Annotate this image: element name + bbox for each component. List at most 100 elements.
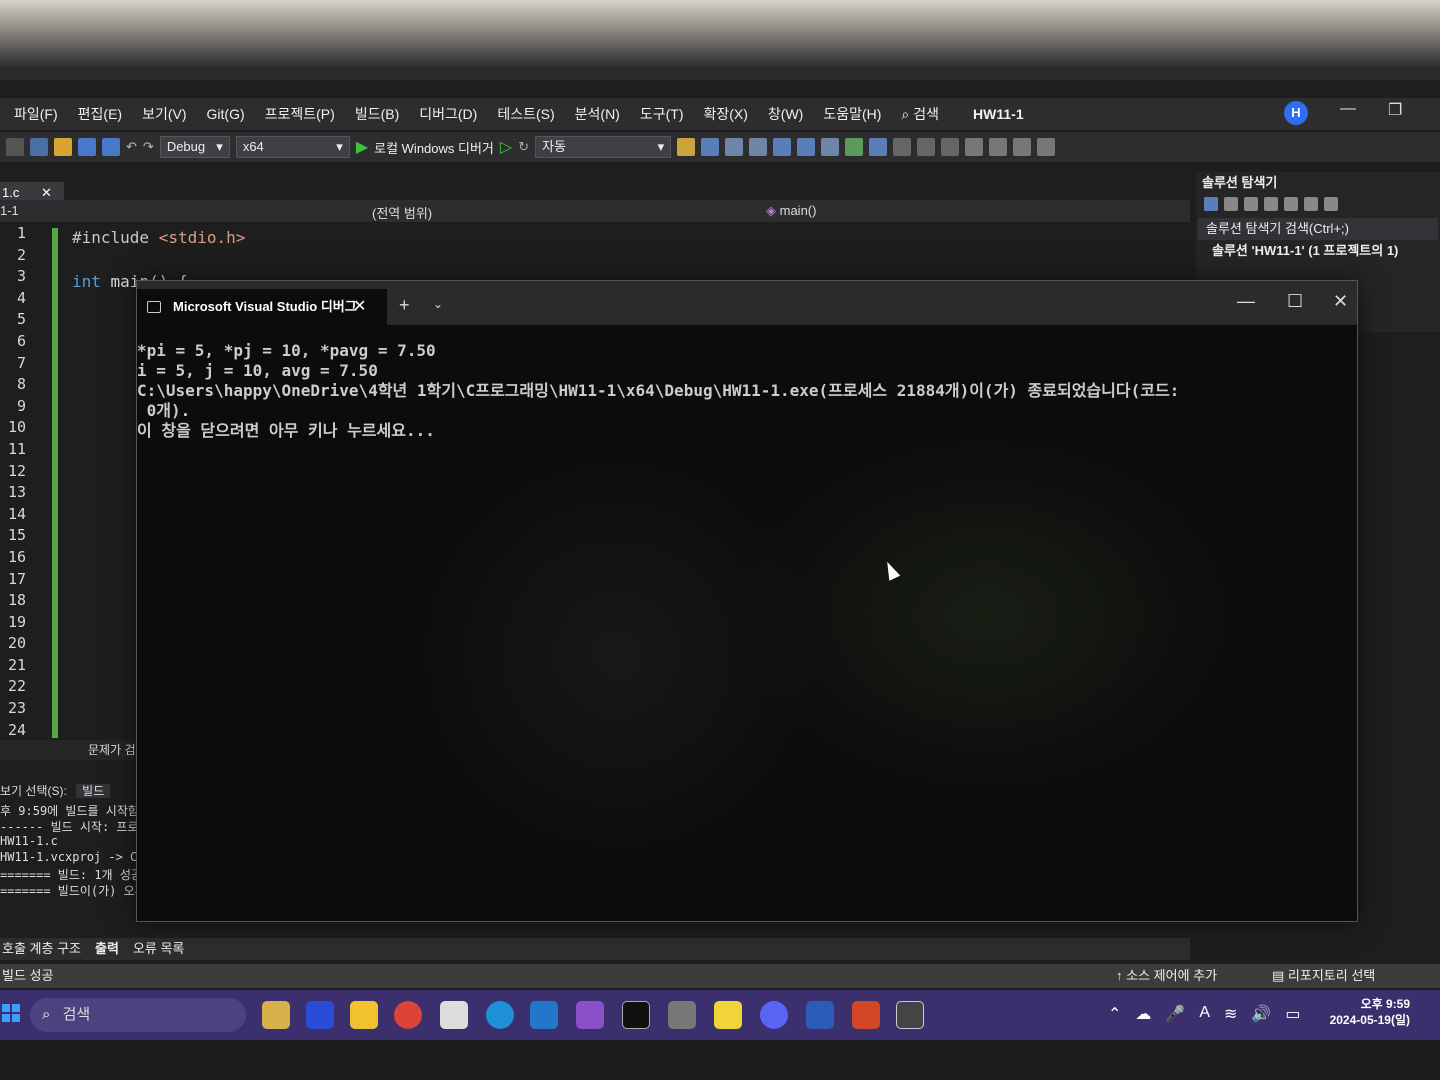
menu-test[interactable]: 테스트(S): [487, 104, 564, 124]
console-tab[interactable]: Microsoft Visual Studio 디버그 ✕: [137, 289, 387, 325]
new-tab-icon[interactable]: +: [399, 295, 410, 316]
maximize-icon[interactable]: ☐: [1287, 291, 1303, 312]
chrome-icon[interactable]: [394, 1001, 422, 1029]
show-all-icon[interactable]: [1284, 197, 1298, 211]
taskbar-search[interactable]: ⌕ 검색: [30, 998, 246, 1032]
battery-icon[interactable]: ▭: [1285, 1004, 1300, 1024]
menu-git[interactable]: Git(G): [197, 106, 255, 122]
app-k-icon[interactable]: [668, 1001, 696, 1029]
list-icon[interactable]: [725, 138, 744, 156]
cursor-icon[interactable]: [869, 138, 888, 156]
check-icon[interactable]: [845, 138, 864, 156]
clear-bookmark-icon[interactable]: [1037, 138, 1056, 156]
history-icon[interactable]: [1224, 197, 1238, 211]
sticky-notes-icon[interactable]: [714, 1001, 742, 1029]
console-output[interactable]: *pi = 5, *pj = 10, *pavg = 7.50 i = 5, j…: [137, 325, 1357, 921]
start-debugging-icon[interactable]: ▶: [356, 137, 368, 157]
powerpoint-icon[interactable]: [852, 1001, 880, 1029]
ime-indicator[interactable]: A: [1199, 1004, 1210, 1024]
redo-icon[interactable]: ↷: [143, 139, 154, 155]
undo-icon[interactable]: ↶: [126, 139, 137, 155]
microphone-icon[interactable]: 🎤: [1165, 1004, 1185, 1024]
window-icon[interactable]: [701, 138, 720, 156]
wrench-icon[interactable]: [1324, 197, 1338, 211]
word-icon[interactable]: [806, 1001, 834, 1029]
solution-explorer-search[interactable]: 솔루션 탐색기 검색(Ctrl+;): [1198, 218, 1438, 240]
select-repository[interactable]: ▤ 리포지토리 선택: [1272, 964, 1375, 988]
wifi-icon[interactable]: ≋: [1224, 1004, 1237, 1024]
vscode-icon[interactable]: [530, 1001, 558, 1029]
configuration-select[interactable]: Debug ▾: [159, 136, 230, 158]
chevron-down-icon[interactable]: ⌄: [433, 297, 443, 311]
uncomment-icon[interactable]: [941, 138, 960, 156]
file-explorer-icon[interactable]: [350, 1001, 378, 1029]
windows-start-icon[interactable]: [2, 1004, 20, 1022]
debug-console-taskbar-icon[interactable]: [896, 1001, 924, 1029]
edge-icon[interactable]: [486, 1001, 514, 1029]
minimize-icon[interactable]: —: [1340, 100, 1356, 118]
app-icon[interactable]: [440, 1001, 468, 1029]
layout-icon[interactable]: [893, 138, 912, 156]
bookmark-icon[interactable]: [965, 138, 984, 156]
hot-reload-icon[interactable]: ↻: [518, 139, 529, 155]
prev-bookmark-icon[interactable]: [989, 138, 1008, 156]
project-dropdown[interactable]: 1-1: [0, 203, 19, 218]
avatar[interactable]: H: [1284, 101, 1308, 125]
menu-edit[interactable]: 편집(E): [68, 104, 132, 124]
menu-file[interactable]: 파일(F): [4, 104, 68, 124]
next-bookmark-icon[interactable]: [1013, 138, 1032, 156]
volume-icon[interactable]: 🔊: [1251, 1004, 1271, 1024]
menu-extensions[interactable]: 확장(X): [693, 104, 757, 124]
settings-icon[interactable]: [749, 138, 768, 156]
tab-error-list[interactable]: 오류 목록: [133, 938, 184, 960]
clock[interactable]: 오후 9:59 2024-05-19(일): [1320, 996, 1410, 1028]
start-without-debugging-icon[interactable]: ▷: [500, 137, 512, 157]
cloud-icon[interactable]: ☁: [1135, 1004, 1151, 1024]
debug-console-window[interactable]: Microsoft Visual Studio 디버그 ✕ + ⌄ — ☐ ✕ …: [136, 280, 1358, 922]
save-all-icon[interactable]: [102, 138, 120, 156]
widgets-icon[interactable]: [262, 1001, 290, 1029]
deploy-icon[interactable]: [773, 138, 792, 156]
close-icon[interactable]: ✕: [41, 185, 52, 200]
function-dropdown[interactable]: ◈ main(): [766, 203, 816, 219]
menu-window[interactable]: 창(W): [758, 104, 813, 124]
menu-project[interactable]: 프로젝트(P): [255, 104, 345, 124]
back-icon[interactable]: [6, 138, 24, 156]
format-icon[interactable]: [821, 138, 840, 156]
tab-output[interactable]: 출력: [95, 938, 119, 960]
platform-select[interactable]: x64 ▾: [235, 136, 350, 158]
solution-node[interactable]: 솔루션 'HW11-1' (1 프로젝트의 1): [1196, 240, 1440, 262]
menu-help[interactable]: 도움말(H): [813, 104, 891, 124]
menu-search[interactable]: ⌕ 검색: [891, 104, 949, 124]
tab-call-hierarchy[interactable]: 호출 계층 구조: [2, 938, 81, 960]
copilot-icon[interactable]: [306, 1001, 334, 1029]
discord-icon[interactable]: [760, 1001, 788, 1029]
close-icon[interactable]: ✕: [353, 289, 366, 325]
export-icon[interactable]: [797, 138, 816, 156]
chevron-up-icon[interactable]: ⌃: [1108, 1004, 1121, 1024]
visual-studio-icon[interactable]: [576, 1001, 604, 1029]
menu-debug[interactable]: 디버그(D): [409, 104, 487, 124]
menu-analyze[interactable]: 분석(N): [565, 104, 630, 124]
scope-dropdown[interactable]: (전역 범위): [372, 203, 432, 222]
menu-build[interactable]: 빌드(B): [345, 104, 409, 124]
home-icon[interactable]: [1204, 197, 1218, 211]
close-icon[interactable]: ✕: [1333, 291, 1348, 312]
open-folder-icon[interactable]: [54, 138, 72, 156]
collapse-icon[interactable]: [1264, 197, 1278, 211]
new-project-icon[interactable]: [30, 138, 48, 156]
save-icon[interactable]: [78, 138, 96, 156]
issues-indicator[interactable]: 문제가 검: [0, 740, 140, 760]
output-source-select[interactable]: 빌드: [76, 784, 111, 798]
add-to-source-control[interactable]: ↑ 소스 제어에 추가: [1116, 964, 1217, 988]
mode-select[interactable]: 자동 ▾: [535, 136, 672, 158]
menu-tools[interactable]: 도구(T): [630, 104, 694, 124]
restore-icon[interactable]: ❐: [1388, 100, 1402, 120]
comment-icon[interactable]: [917, 138, 936, 156]
browse-icon[interactable]: [677, 138, 696, 156]
start-debugging-button[interactable]: 로컬 Windows 디버거: [374, 138, 494, 157]
menu-view[interactable]: 보기(V): [132, 104, 196, 124]
code-icon[interactable]: [1304, 197, 1318, 211]
minimize-icon[interactable]: —: [1237, 291, 1255, 312]
terminal-app-icon[interactable]: [622, 1001, 650, 1029]
